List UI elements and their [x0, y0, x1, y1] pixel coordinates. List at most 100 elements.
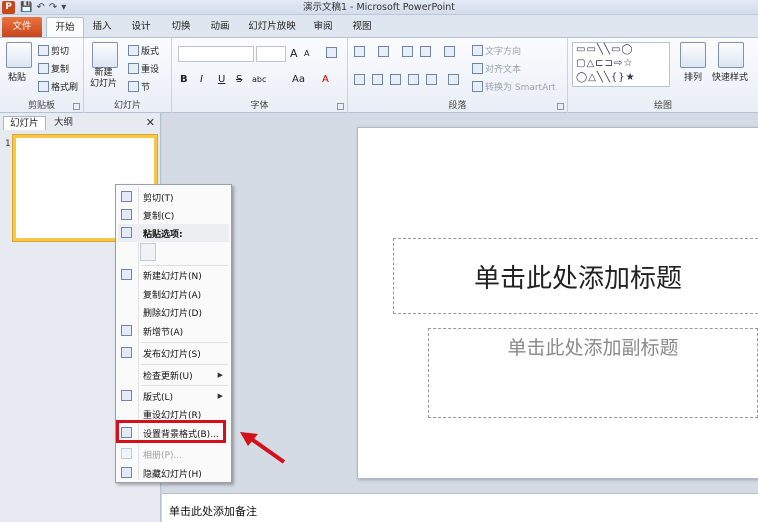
tab-home[interactable]: 开始	[46, 17, 84, 37]
cut-button[interactable]: 剪切	[38, 44, 69, 57]
strikethrough-button[interactable]: S	[236, 74, 242, 85]
new-slide-icon[interactable]	[92, 42, 118, 68]
text-direction-button[interactable]: 文字方向	[472, 44, 521, 57]
menu-item-copy[interactable]: 复制(C)	[118, 206, 229, 224]
copy-button[interactable]: 复制	[38, 62, 69, 75]
menu-item-publish-slides[interactable]: 发布幻灯片(S)	[118, 344, 229, 362]
menu-item-duplicate-slide[interactable]: 复制幻灯片(A)	[118, 285, 229, 303]
menu-item-label: 检查更新(U)	[143, 371, 193, 382]
menu-item-label: 版式(L)	[143, 392, 174, 403]
menu-item-delete-slide[interactable]: 删除幻灯片(D)	[118, 303, 229, 321]
tab-animations[interactable]: 动画	[203, 17, 237, 37]
decrease-indent-button[interactable]	[402, 46, 413, 57]
paste-button[interactable]: 粘贴	[8, 70, 26, 83]
align-center-button[interactable]	[372, 74, 383, 85]
section-button[interactable]: 节	[128, 80, 150, 93]
menu-item-paste-options: 粘贴选项:	[118, 224, 229, 242]
increase-indent-button[interactable]	[420, 46, 431, 57]
bold-button[interactable]: B	[180, 74, 188, 85]
arrange-icon[interactable]	[680, 42, 706, 68]
tab-transitions[interactable]: 切换	[164, 17, 198, 37]
char-spacing-button[interactable]: abc	[252, 75, 266, 84]
menu-item-hide-slide[interactable]: 隐藏幻灯片(H)	[118, 464, 229, 482]
layout-icon	[128, 45, 139, 56]
smartart-icon	[472, 81, 483, 92]
tab-design[interactable]: 设计	[124, 17, 158, 37]
decrease-indent-icon	[402, 46, 413, 57]
quick-styles-icon[interactable]	[718, 42, 744, 68]
submenu-arrow-icon: ▶	[217, 371, 223, 379]
paste-keep-formatting-icon[interactable]	[140, 243, 156, 261]
shapes-gallery[interactable]: ▭▭╲╲▭◯ ▢△⊏⊐⇨☆ ◯△╲╲{}★	[572, 42, 670, 87]
font-size-combo[interactable]	[256, 46, 286, 62]
subtitle-placeholder[interactable]: 单击此处添加副标题	[428, 328, 758, 418]
copy-label: 复制	[51, 65, 70, 75]
change-case-button[interactable]: Aa	[292, 74, 305, 85]
drawing-group: ▭▭╲╲▭◯ ▢△⊏⊐⇨☆ ◯△╲╲{}★ 排列 快速样式 绘图	[568, 38, 758, 113]
slides-group-label: 幻灯片	[113, 101, 141, 111]
italic-button[interactable]: I	[200, 74, 203, 85]
paste-icon[interactable]	[6, 42, 32, 68]
close-icon[interactable]: ✕	[146, 116, 155, 130]
menu-item-label: 剪切(T)	[143, 193, 174, 204]
slide-canvas[interactable]: 单击此处添加标题 单击此处添加副标题	[357, 127, 758, 479]
menu-separator	[141, 342, 228, 343]
distribute-button[interactable]	[426, 74, 437, 85]
paragraph-launcher-icon[interactable]	[557, 103, 564, 110]
font-family-combo[interactable]	[178, 46, 254, 62]
notes-pane[interactable]: 单击此处添加备注	[162, 493, 758, 522]
increase-indent-icon	[420, 46, 431, 57]
reset-label: 重设	[141, 65, 160, 75]
menu-item-check-updates[interactable]: 检查更新(U) ▶	[118, 366, 229, 384]
tab-insert[interactable]: 插入	[86, 17, 118, 37]
tab-slides[interactable]: 幻灯片	[3, 116, 46, 130]
arrange-button[interactable]: 排列	[684, 70, 702, 83]
menu-item-new-slide[interactable]: 新建幻灯片(N)	[118, 266, 229, 284]
bullets-button[interactable]	[354, 46, 365, 57]
tab-slideshow[interactable]: 幻灯片放映	[243, 17, 301, 37]
menu-item-layout[interactable]: 版式(L) ▶	[118, 387, 229, 405]
menu-item-cut[interactable]: 剪切(T)	[118, 188, 229, 206]
format-painter-label: 格式刷	[51, 83, 79, 93]
paragraph-group: 文字方向 对齐文本 转换为 SmartArt 段落	[348, 38, 568, 113]
align-left-button[interactable]	[354, 74, 365, 85]
align-text-button[interactable]: 对齐文本	[472, 62, 521, 75]
numbering-button[interactable]	[378, 46, 389, 57]
font-launcher-icon[interactable]	[337, 103, 344, 110]
reset-button[interactable]: 重设	[128, 62, 159, 75]
smartart-label: 转换为 SmartArt	[485, 83, 556, 93]
columns-button[interactable]	[448, 74, 459, 85]
drawing-group-label: 绘图	[653, 101, 672, 111]
layout-icon	[121, 390, 132, 401]
font-color-button[interactable]: A	[322, 74, 329, 85]
shrink-font-button[interactable]: A	[304, 49, 309, 58]
tab-view[interactable]: 视图	[346, 17, 378, 37]
align-right-button[interactable]	[390, 74, 401, 85]
publish-icon	[121, 347, 132, 358]
menu-item-label: 发布幻灯片(S)	[143, 349, 201, 360]
highlight-box	[116, 420, 226, 443]
layout-button[interactable]: 版式	[128, 44, 159, 57]
menu-item-label: 复制幻灯片(A)	[143, 290, 202, 301]
menu-item-label: 复制(C)	[143, 211, 175, 222]
clipboard-launcher-icon[interactable]	[73, 103, 80, 110]
title-placeholder[interactable]: 单击此处添加标题	[393, 238, 758, 314]
menu-item-label: 相册(P)...	[143, 450, 183, 461]
quick-styles-button[interactable]: 快速样式	[712, 70, 748, 83]
tab-file[interactable]: 文件	[2, 17, 42, 37]
smartart-button[interactable]: 转换为 SmartArt	[472, 80, 555, 93]
paragraph-group-label: 段落	[448, 101, 467, 111]
format-painter-button[interactable]: 格式刷	[38, 80, 78, 93]
tab-review[interactable]: 审阅	[307, 17, 339, 37]
album-icon	[121, 448, 132, 459]
copy-icon	[38, 63, 49, 74]
justify-button[interactable]	[408, 74, 419, 85]
menu-item-add-section[interactable]: 新增节(A)	[118, 322, 229, 340]
line-spacing-button[interactable]	[444, 46, 455, 57]
grow-font-button[interactable]: A	[290, 47, 298, 60]
new-slide-button[interactable]: 新建 幻灯片	[90, 68, 117, 90]
clear-format-icon[interactable]	[326, 47, 337, 58]
underline-button[interactable]: U	[218, 74, 225, 85]
text-direction-label: 文字方向	[485, 47, 522, 57]
tab-outline[interactable]: 大纲	[48, 116, 79, 130]
